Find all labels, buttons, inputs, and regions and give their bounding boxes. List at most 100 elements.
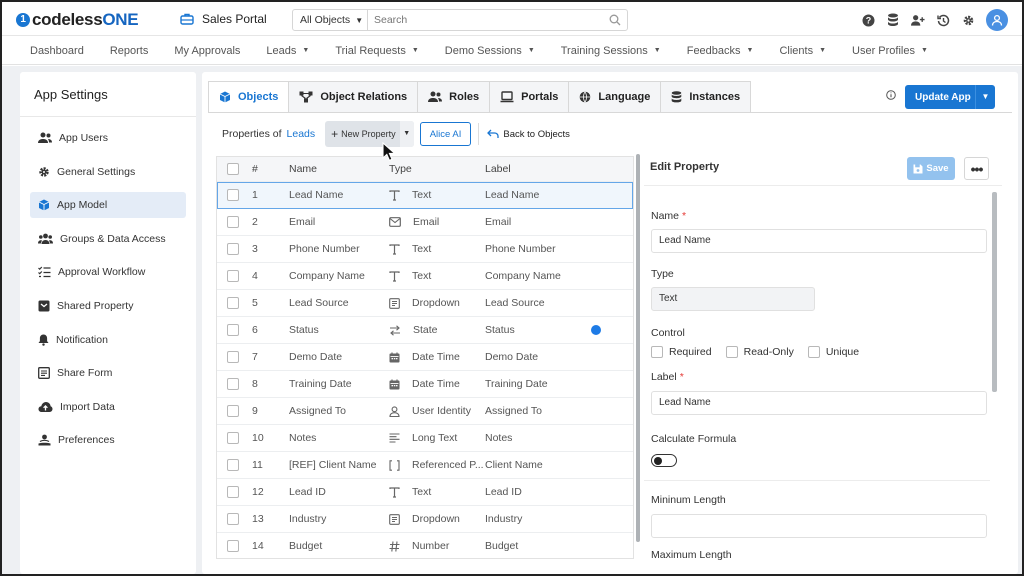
alice-ai-button[interactable]: Alice AI	[419, 122, 472, 146]
row-checkbox[interactable]	[227, 378, 239, 390]
search-input[interactable]	[368, 10, 603, 30]
sidebar-item-general-settings[interactable]: General Settings	[30, 159, 186, 185]
nav-training-sessions[interactable]: Training Sessions ▼	[561, 45, 661, 57]
user-avatar-icon[interactable]	[986, 9, 1008, 31]
row-checkbox[interactable]	[227, 432, 239, 444]
table-row[interactable]: 12 Lead ID Text Lead ID	[217, 479, 633, 506]
row-checkbox[interactable]	[227, 405, 239, 417]
nav-reports[interactable]: Reports	[110, 45, 149, 57]
sidebar-item-approval-workflow[interactable]: Approval Workflow	[30, 259, 186, 285]
table-row[interactable]: 3 Phone Number Text Phone Number	[217, 236, 633, 263]
logo[interactable]: 1 codeless ONE	[16, 10, 139, 30]
row-checkbox[interactable]	[227, 324, 239, 336]
cube-icon	[219, 91, 231, 103]
nav-leads[interactable]: Leads ▼	[266, 45, 309, 57]
nav-my-approvals[interactable]: My Approvals	[174, 45, 240, 57]
sidebar-item-import-data[interactable]: Import Data	[30, 394, 186, 420]
row-name: [REF] Client Name	[289, 459, 377, 471]
search-icon[interactable]	[603, 14, 627, 26]
row-checkbox[interactable]	[227, 216, 239, 228]
unique-option[interactable]: Unique	[807, 346, 859, 358]
globe-icon	[580, 91, 591, 103]
readonly-checkbox[interactable]	[725, 346, 738, 358]
back-to-objects-button[interactable]: Back to Objects	[487, 129, 570, 140]
table-row[interactable]: 14 Budget Number Budget	[217, 533, 633, 558]
nav-feedbacks[interactable]: Feedbacks ▼	[687, 45, 754, 57]
update-app-button[interactable]: Update App ▼	[905, 85, 995, 109]
tab-object-relations[interactable]: Object Relations	[289, 81, 419, 113]
more-options-button[interactable]: •••	[964, 157, 989, 180]
chevron-down-icon[interactable]: ▼	[975, 85, 995, 109]
laptop-icon	[500, 91, 514, 103]
top-bar: 1codelessONE Sales Portal All Objects ▼ ?	[2, 2, 1022, 36]
nav-label: Trial Requests	[335, 44, 406, 57]
nav-demo-sessions[interactable]: Demo Sessions ▼	[445, 45, 535, 57]
select-all-checkbox[interactable]	[227, 163, 239, 175]
tab-roles[interactable]: Roles	[418, 81, 491, 113]
row-checkbox[interactable]	[227, 243, 239, 255]
row-checkbox[interactable]	[227, 270, 239, 282]
sidebar-item-groups-data-access[interactable]: Groups & Data Access	[30, 226, 186, 252]
sidebar-item-app-model[interactable]: App Model	[30, 192, 186, 219]
table-row[interactable]: 1 Lead Name Text Lead Name	[217, 182, 633, 209]
nav-clients[interactable]: Clients ▼	[779, 45, 826, 57]
table-row[interactable]: 4 Company Name Text Company Name	[217, 263, 633, 290]
table-row[interactable]: 10 Notes Long Text Notes	[217, 425, 633, 452]
settings-icon[interactable]	[961, 13, 975, 27]
row-checkbox[interactable]	[227, 459, 239, 471]
nav-dashboard[interactable]: Dashboard	[30, 45, 84, 57]
row-checkbox[interactable]	[227, 486, 239, 498]
table-row[interactable]: 8 Training Date Date Time Training Date	[217, 371, 633, 398]
table-row[interactable]: 11 [REF] Client Name Referenced P... Client…	[217, 452, 633, 479]
sidebar-item-app-users[interactable]: App Users	[30, 125, 186, 151]
table-row[interactable]: 13 Industry Dropdown Industry	[217, 506, 633, 533]
new-property-button[interactable]: + New Property ▼	[325, 121, 414, 147]
row-checkbox[interactable]	[227, 189, 239, 201]
row-type-label: State	[413, 324, 438, 336]
logo-accent: ONE	[102, 10, 139, 29]
tab-instances[interactable]: Instances	[661, 81, 752, 113]
nav-trial-requests[interactable]: Trial Requests ▼	[335, 45, 418, 57]
row-type: User Identity	[389, 405, 471, 417]
table-row[interactable]: 9 Assigned To User Identity Assigned To	[217, 398, 633, 425]
name-input[interactable]: Lead Name	[651, 229, 987, 253]
object-link[interactable]: Leads	[287, 128, 316, 140]
tab-portals[interactable]: Portals	[490, 81, 570, 113]
table-row[interactable]: 5 Lead Source Dropdown Lead Source	[217, 290, 633, 317]
required-checkbox[interactable]	[651, 346, 663, 358]
row-checkbox[interactable]	[227, 297, 239, 309]
search-scope-select[interactable]: All Objects ▼	[293, 10, 368, 30]
tab-objects[interactable]: Objects	[208, 81, 290, 113]
row-checkbox[interactable]	[227, 540, 239, 552]
unique-checkbox[interactable]	[807, 346, 820, 358]
chevron-down-icon[interactable]: ▼	[399, 121, 414, 147]
table-row[interactable]: 2 Email Email Email	[217, 209, 633, 236]
history-icon[interactable]	[936, 13, 950, 27]
database-icon[interactable]	[886, 13, 900, 27]
sidebar-item-preferences[interactable]: Preferences	[30, 427, 186, 453]
app-switcher[interactable]: Sales Portal	[180, 12, 267, 26]
sidebar-item-shared-property[interactable]: Shared Property	[30, 293, 186, 319]
add-user-icon[interactable]	[911, 13, 925, 27]
sidebar-item-share-form[interactable]: Share Form	[30, 360, 186, 386]
nav-user-profiles[interactable]: User Profiles ▼	[852, 45, 928, 57]
help-icon[interactable]: ?	[861, 13, 875, 27]
row-checkbox[interactable]	[227, 513, 239, 525]
calculate-formula-toggle[interactable]	[651, 454, 677, 467]
table-row[interactable]: 6 Status State Status	[217, 317, 633, 344]
info-icon[interactable]	[886, 90, 896, 103]
table-row[interactable]: 7 Demo Date Date Time Demo Date	[217, 344, 633, 371]
edit-panel-scrollbar[interactable]	[992, 192, 997, 392]
required-option[interactable]: Required	[651, 346, 712, 358]
tab-language[interactable]: Language	[569, 81, 662, 113]
table-scrollbar[interactable]	[636, 154, 640, 542]
row-checkbox[interactable]	[227, 351, 239, 363]
save-button[interactable]: Save	[907, 157, 955, 180]
min-length-input[interactable]	[651, 514, 987, 538]
label-input[interactable]: Lead Name	[651, 391, 987, 415]
row-type-label: Text	[412, 243, 432, 255]
column-header-name: Name	[289, 163, 318, 175]
sidebar-item-notification[interactable]: Notification	[30, 327, 186, 353]
chevron-down-icon: ▼	[527, 47, 535, 54]
readonly-option[interactable]: Read-Only	[725, 346, 794, 358]
